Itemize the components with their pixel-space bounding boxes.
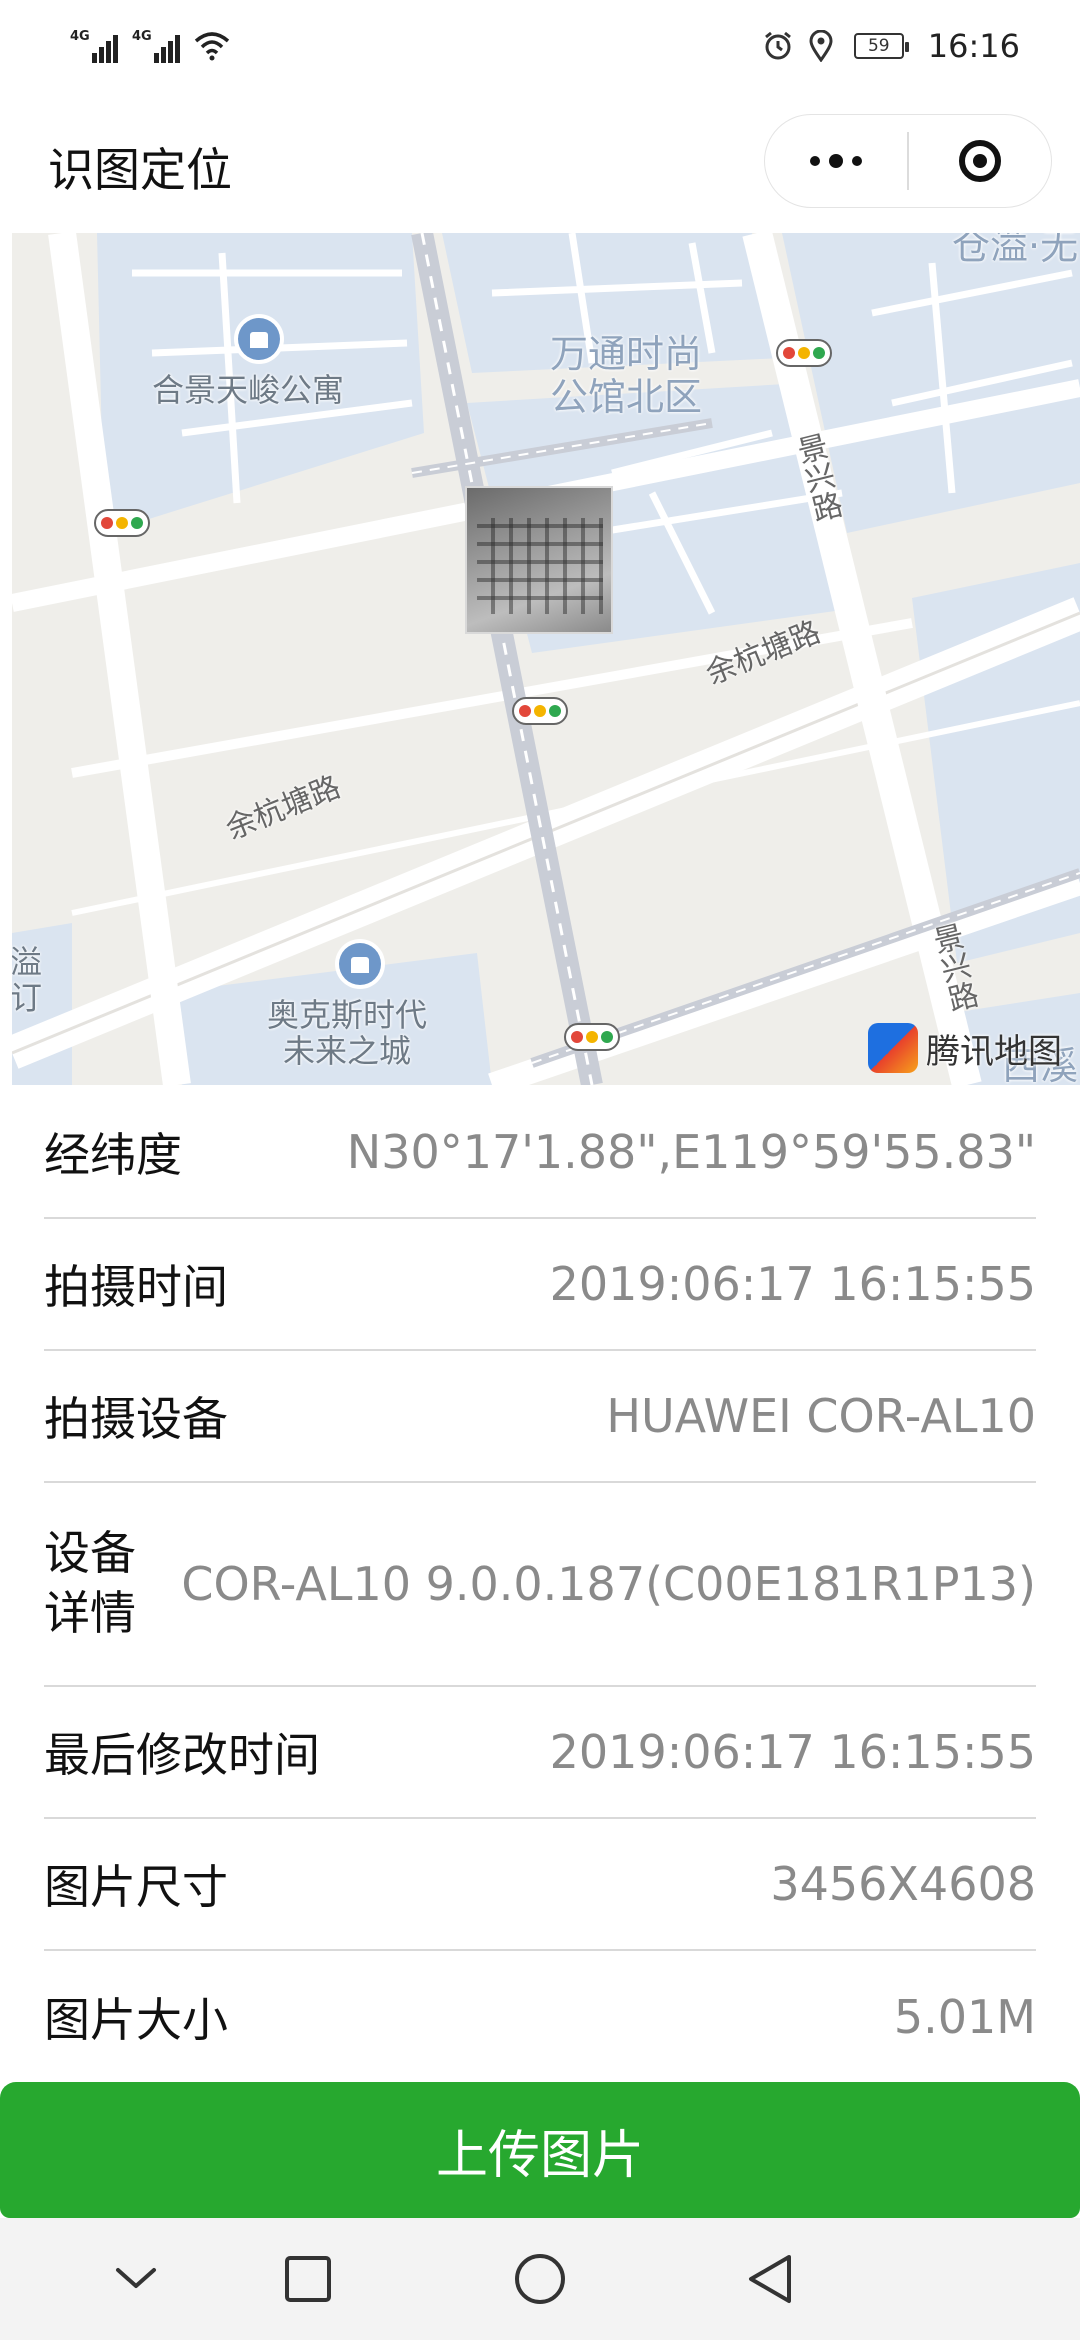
tencent-map-logo-icon (868, 1023, 918, 1073)
status-left: 4G 4G (70, 29, 230, 63)
miniprogram-capsule (764, 114, 1052, 208)
system-nav-bar (0, 2218, 1080, 2340)
photo-location-marker[interactable] (465, 486, 613, 634)
home-button[interactable] (480, 2218, 600, 2340)
wifi-icon (194, 32, 230, 61)
photo-info-list: 经纬度 N30°17'1.88",E119°59'55.83" 拍摄时间 201… (0, 1087, 1080, 2083)
info-label: 图片尺寸 (44, 1860, 228, 1914)
info-row-device-detail: 设备详情 COR-AL10 9.0.0.187(C00E181R1P13) (44, 1483, 1036, 1687)
nav-bar: 识图定位 (0, 110, 1080, 220)
info-row-capture-time: 拍摄时间 2019:06:17 16:15:55 (44, 1219, 1036, 1351)
poi-label: 奥克斯时代 未来之城 (267, 996, 428, 1070)
chevron-down-icon (116, 2268, 156, 2288)
network-type: 4G (70, 29, 90, 44)
poi-label-line: 公馆北区 (550, 374, 703, 419)
poi-label-line: 奥克斯时代 (267, 996, 428, 1034)
map-logo-text: 腾讯地图 (926, 1031, 1062, 1072)
info-row-device: 拍摄设备 HUAWEI COR-AL10 (44, 1351, 1036, 1483)
poi-label: 溢 订 (12, 943, 43, 1017)
upload-image-button[interactable]: 上传图片 (0, 2082, 1080, 2218)
signal-icon: 4G (132, 29, 180, 63)
poi-label-line: 万通时尚 (550, 332, 703, 376)
alarm-icon (764, 31, 791, 60)
back-button[interactable] (710, 2218, 830, 2340)
status-right: 59 16:16 (762, 27, 1020, 65)
info-label: 拍摄时间 (44, 1260, 228, 1314)
poi-label: 仓溢·无 (952, 233, 1079, 268)
more-icon (810, 156, 821, 166)
recents-button[interactable] (248, 2218, 368, 2340)
info-row-image-dimensions: 图片尺寸 3456X4608 (44, 1819, 1036, 1951)
traffic-light-icon (776, 339, 832, 367)
hide-nav-button[interactable] (76, 2218, 196, 2340)
page-title: 识图定位 (48, 143, 232, 197)
battery-icon: 59 (853, 33, 909, 59)
traffic-light-icon (564, 1023, 620, 1051)
info-value: 5.01M (893, 1990, 1036, 2044)
poi-label-line: 溢 (12, 943, 43, 981)
signal-icon: 4G (70, 29, 118, 63)
battery-level: 59 (867, 36, 890, 56)
location-icon (809, 30, 833, 62)
close-button[interactable] (909, 115, 1051, 207)
close-miniprogram-icon (958, 140, 1001, 182)
info-value: HUAWEI COR-AL10 (606, 1389, 1036, 1443)
map-logo: 腾讯地图 (868, 1023, 1062, 1073)
traffic-light-icon (512, 697, 568, 725)
info-value: 2019:06:17 16:15:55 (549, 1257, 1036, 1311)
info-label: 经纬度 (44, 1128, 182, 1182)
info-row-modified-time: 最后修改时间 2019:06:17 16:15:55 (44, 1687, 1036, 1819)
info-value: 3456X4608 (770, 1857, 1036, 1911)
info-row-file-size: 图片大小 5.01M (44, 1951, 1036, 2083)
info-row-coordinates: 经纬度 N30°17'1.88",E119°59'55.83" (44, 1087, 1036, 1219)
more-button[interactable] (765, 115, 907, 207)
poi-label: 万通时尚 公馆北区 (550, 333, 702, 418)
info-label: 图片大小 (44, 1993, 228, 2047)
map-view[interactable]: 合景天峻公寓 万通时尚 公馆北区 仓溢·无 奥克斯时代 未来之城 溢 订 西溪 … (12, 233, 1080, 1085)
poi-label-line: 订 (12, 978, 43, 1017)
circle-icon (515, 2254, 565, 2304)
square-icon (285, 2256, 331, 2302)
poi-label: 合景天峻公寓 (152, 371, 345, 409)
map-canvas (12, 233, 1080, 1085)
info-value: COR-AL10 9.0.0.187(C00E181R1P13) (181, 1557, 1036, 1611)
info-label: 设备详情 (44, 1526, 136, 1640)
triangle-back-icon (749, 2255, 791, 2303)
network-type: 4G (132, 29, 152, 44)
info-label: 最后修改时间 (44, 1728, 320, 1782)
screen: 4G 4G 59 16:16 识图定位 合景天峻公寓 万通时尚 公馆北区 仓溢·… (0, 0, 1080, 2340)
status-time: 16:16 (927, 27, 1020, 65)
photo-thumbnail (477, 518, 603, 614)
poi-label-line: 未来之城 (283, 1031, 412, 1070)
info-value: N30°17'1.88",E119°59'55.83" (346, 1125, 1036, 1179)
mall-poi-icon (339, 943, 381, 985)
traffic-light-icon (94, 509, 150, 537)
info-value: 2019:06:17 16:15:55 (549, 1725, 1036, 1779)
status-bar: 4G 4G 59 16:16 (0, 0, 1080, 92)
apartment-poi-icon (238, 318, 280, 360)
info-label: 拍摄设备 (44, 1392, 228, 1446)
